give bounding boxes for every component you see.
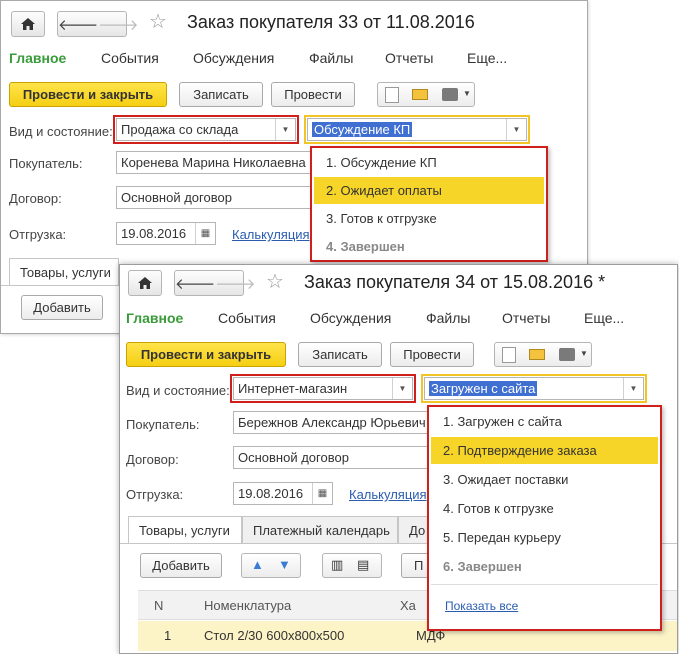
menu-main[interactable]: Главное bbox=[9, 50, 66, 66]
home-icon bbox=[21, 18, 35, 30]
shipment-date-value: 19.08.2016 bbox=[238, 486, 304, 501]
barcode-icon[interactable]: ▥ bbox=[331, 557, 343, 573]
add-button[interactable]: Добавить bbox=[21, 295, 103, 320]
save-button[interactable]: Записать bbox=[298, 342, 382, 367]
buyer-field[interactable]: Бережнов Александр Юрьевич bbox=[233, 411, 433, 434]
shipment-date-field[interactable]: 19.08.2016 ▦ bbox=[233, 482, 333, 505]
shipment-label: Отгрузка: bbox=[126, 487, 184, 502]
status-option[interactable]: 3. Готов к отгрузке bbox=[314, 205, 544, 232]
calendar-icon[interactable]: ▦ bbox=[195, 223, 215, 244]
add-button[interactable]: Добавить bbox=[140, 553, 222, 578]
email-icon[interactable] bbox=[412, 89, 428, 100]
kind-highlight bbox=[113, 115, 299, 144]
window-title: Заказ покупателя 34 от 15.08.2016 * bbox=[304, 272, 606, 292]
column-characteristic: Ха bbox=[400, 598, 416, 613]
tab-goods[interactable]: Товары, услуги bbox=[128, 516, 242, 544]
data-collection-icon[interactable]: ▤ bbox=[357, 557, 369, 573]
scan-buttons: ▥ ▤ bbox=[322, 553, 382, 578]
buyer-label: Покупатель: bbox=[9, 156, 83, 171]
move-up-icon[interactable]: ▲ bbox=[251, 557, 264, 572]
calendar-icon[interactable]: ▦ bbox=[312, 483, 332, 504]
print-icon[interactable] bbox=[442, 88, 458, 101]
history-nav: 🡐 🡒 bbox=[174, 270, 255, 296]
forward-arrow-icon[interactable]: 🡒 bbox=[98, 15, 138, 34]
status-focus bbox=[304, 115, 530, 144]
menu-files[interactable]: Файлы bbox=[426, 310, 470, 326]
status-focus bbox=[421, 374, 647, 403]
print-dropdown-icon[interactable]: ▼ bbox=[580, 349, 588, 358]
print-dropdown-icon[interactable]: ▼ bbox=[463, 89, 471, 98]
status-dropdown-list: 1. Обсуждение КП 2. Ожидает оплаты 3. Го… bbox=[310, 146, 548, 262]
favorite-star-icon[interactable]: ☆ bbox=[266, 269, 284, 294]
menu-more[interactable]: Еще... bbox=[467, 50, 507, 66]
document-icon[interactable] bbox=[385, 87, 399, 103]
toolbar-icons: ▼ bbox=[377, 82, 475, 107]
favorite-star-icon[interactable]: ☆ bbox=[149, 9, 167, 34]
move-buttons: ▲ ▼ bbox=[241, 553, 301, 578]
status-option[interactable]: 2. Ожидает оплаты bbox=[314, 177, 544, 204]
calculation-link[interactable]: Калькуляция bbox=[232, 227, 310, 242]
contract-label: Договор: bbox=[126, 452, 179, 467]
menu-events[interactable]: События bbox=[101, 50, 159, 66]
move-down-icon[interactable]: ▼ bbox=[278, 557, 291, 572]
menu-reports[interactable]: Отчеты bbox=[502, 310, 550, 326]
home-button[interactable] bbox=[128, 270, 162, 296]
order-34-window: 🡐 🡒 ☆ Заказ покупателя 34 от 15.08.2016 … bbox=[119, 264, 678, 654]
post-and-close-button[interactable]: Провести и закрыть bbox=[126, 342, 286, 367]
status-option[interactable]: 4. Готов к отгрузке bbox=[431, 495, 658, 522]
status-option[interactable]: 1. Обсуждение КП bbox=[314, 149, 544, 176]
toolbar-icons: ▼ bbox=[494, 342, 592, 367]
status-option[interactable]: 4. Завершен bbox=[314, 233, 544, 260]
save-button[interactable]: Записать bbox=[179, 82, 263, 107]
print-icon[interactable] bbox=[559, 348, 575, 361]
status-option[interactable]: 3. Ожидает поставки bbox=[431, 466, 658, 493]
row-item: Стол 2/30 600х800х500 bbox=[204, 628, 345, 643]
tab-payment-calendar[interactable]: Платежный календарь bbox=[242, 516, 398, 544]
column-item: Номенклатура bbox=[204, 598, 292, 613]
post-button[interactable]: Провести bbox=[271, 82, 355, 107]
calculation-link[interactable]: Калькуляция bbox=[349, 487, 427, 502]
menu-reports[interactable]: Отчеты bbox=[385, 50, 433, 66]
contract-field[interactable]: Основной договор bbox=[233, 446, 433, 469]
back-arrow-icon[interactable]: 🡐 bbox=[175, 274, 215, 293]
shipment-label: Отгрузка: bbox=[9, 227, 67, 242]
menu-files[interactable]: Файлы bbox=[309, 50, 353, 66]
shipment-date-value: 19.08.2016 bbox=[121, 226, 187, 241]
buyer-label: Покупатель: bbox=[126, 417, 200, 432]
home-button[interactable] bbox=[11, 11, 45, 37]
buyer-field[interactable]: Коренева Марина Николаевна bbox=[116, 151, 316, 174]
menu-discussions[interactable]: Обсуждения bbox=[193, 50, 274, 66]
post-button[interactable]: Провести bbox=[390, 342, 474, 367]
document-icon[interactable] bbox=[502, 347, 516, 363]
forward-arrow-icon[interactable]: 🡒 bbox=[215, 274, 255, 293]
popup-divider bbox=[431, 584, 658, 585]
history-nav: 🡐 🡒 bbox=[57, 11, 138, 37]
tab-goods[interactable]: Товары, услуги bbox=[9, 258, 119, 286]
menu-discussions[interactable]: Обсуждения bbox=[310, 310, 391, 326]
kind-highlight bbox=[230, 374, 416, 403]
menu-main[interactable]: Главное bbox=[126, 310, 183, 326]
home-icon bbox=[138, 277, 152, 289]
contract-field[interactable]: Основной договор bbox=[116, 186, 316, 209]
window-title: Заказ покупателя 33 от 11.08.2016 bbox=[187, 12, 475, 32]
show-all-link[interactable]: Показать все bbox=[445, 599, 518, 613]
post-and-close-button[interactable]: Провести и закрыть bbox=[9, 82, 167, 107]
status-option[interactable]: 1. Загружен с сайта bbox=[431, 408, 658, 435]
row-number: 1 bbox=[164, 628, 172, 643]
state-label: Вид и состояние: bbox=[9, 124, 113, 139]
email-icon[interactable] bbox=[529, 349, 545, 360]
status-option[interactable]: 5. Передан курьеру bbox=[431, 524, 658, 551]
state-label: Вид и состояние: bbox=[126, 383, 230, 398]
menu-events[interactable]: События bbox=[218, 310, 276, 326]
back-arrow-icon[interactable]: 🡐 bbox=[58, 15, 98, 34]
shipment-date-field[interactable]: 19.08.2016 ▦ bbox=[116, 222, 216, 245]
contract-label: Договор: bbox=[9, 191, 62, 206]
menu-more[interactable]: Еще... bbox=[584, 310, 624, 326]
status-dropdown-list: 1. Загружен с сайта 2. Подтверждение зак… bbox=[427, 405, 662, 631]
status-option[interactable]: 2. Подтверждение заказа bbox=[431, 437, 658, 464]
status-option[interactable]: 6. Завершен bbox=[431, 553, 658, 580]
column-n: N bbox=[154, 598, 164, 613]
